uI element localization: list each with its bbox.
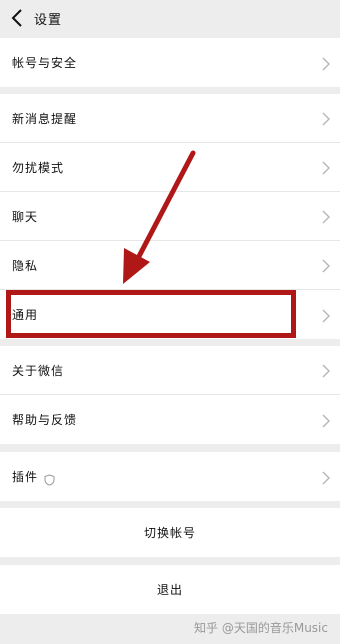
shield-icon xyxy=(44,471,55,486)
top-bar: 设置 xyxy=(0,0,340,36)
settings-item-do-not-disturb[interactable]: 勿扰模式 xyxy=(0,143,340,192)
about-group: 关于微信 帮助与反馈 xyxy=(0,346,340,444)
settings-item-account-security[interactable]: 帐号与安全 xyxy=(0,38,340,87)
account-group: 帐号与安全 xyxy=(0,38,340,87)
chevron-right-icon xyxy=(322,56,332,70)
settings-item-new-message[interactable]: 新消息提醒 xyxy=(0,94,340,143)
chevron-right-icon xyxy=(322,308,332,322)
settings-item-label: 新消息提醒 xyxy=(12,111,78,126)
logout-button[interactable]: 退出 xyxy=(0,565,340,614)
chevron-right-icon xyxy=(322,470,332,484)
settings-item-label: 帐号与安全 xyxy=(12,56,78,70)
page-title: 设置 xyxy=(34,12,63,28)
settings-item-label: 插件 xyxy=(12,470,39,484)
settings-item-privacy[interactable]: 隐私 xyxy=(0,241,340,290)
settings-item-label: 关于微信 xyxy=(12,363,65,378)
back-button[interactable] xyxy=(6,7,28,29)
settings-item-plugins[interactable]: 插件 xyxy=(0,452,340,501)
chevron-right-icon xyxy=(322,363,332,378)
settings-item-label: 隐私 xyxy=(12,258,39,273)
chevron-right-icon xyxy=(322,111,332,126)
chevron-left-icon xyxy=(11,9,22,27)
chevron-right-icon xyxy=(322,413,332,427)
chevron-right-icon xyxy=(322,258,332,273)
chevron-right-icon xyxy=(322,160,332,175)
settings-item-help-feedback[interactable]: 帮助与反馈 xyxy=(0,395,340,444)
plugins-label-wrap: 插件 xyxy=(0,468,55,486)
chevron-right-icon xyxy=(322,209,332,224)
switch-account-button[interactable]: 切换帐号 xyxy=(0,508,340,557)
settings-item-chat[interactable]: 聊天 xyxy=(0,192,340,241)
highlight-box xyxy=(6,290,296,338)
settings-item-label: 聊天 xyxy=(12,209,39,224)
settings-item-label: 帮助与反馈 xyxy=(12,413,78,427)
settings-item-label: 勿扰模式 xyxy=(12,160,65,175)
plugins-group: 插件 xyxy=(0,452,340,501)
watermark: 知乎 @天国的音乐Music xyxy=(194,621,328,635)
settings-item-about[interactable]: 关于微信 xyxy=(0,346,340,395)
